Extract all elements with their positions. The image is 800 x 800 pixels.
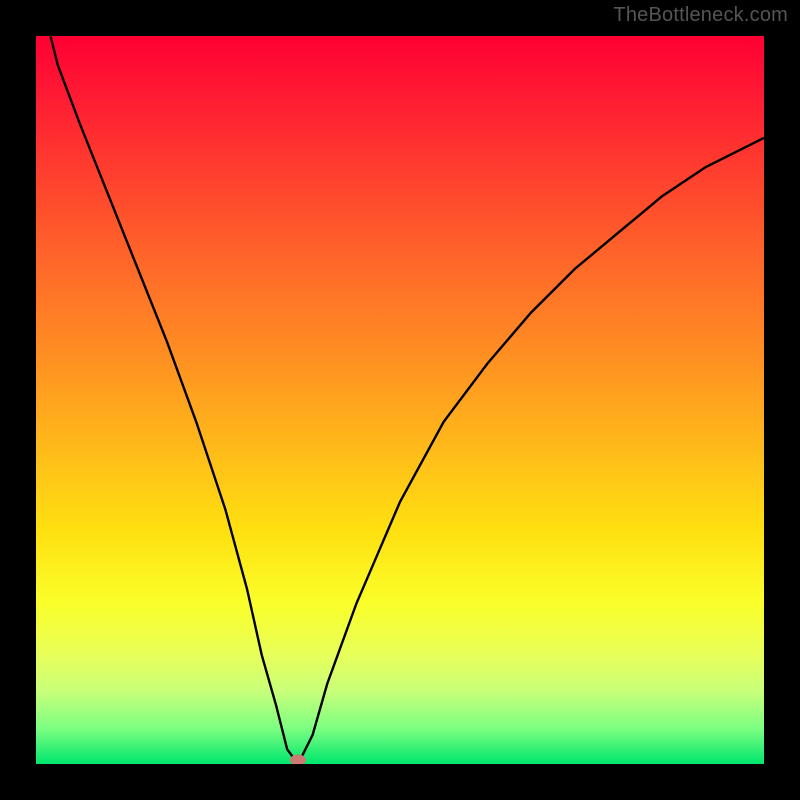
optimal-point-marker bbox=[290, 755, 306, 764]
curve-path bbox=[43, 36, 764, 764]
watermark-text: TheBottleneck.com bbox=[613, 4, 788, 27]
bottleneck-curve bbox=[36, 36, 764, 764]
chart-plot-area bbox=[36, 36, 764, 764]
